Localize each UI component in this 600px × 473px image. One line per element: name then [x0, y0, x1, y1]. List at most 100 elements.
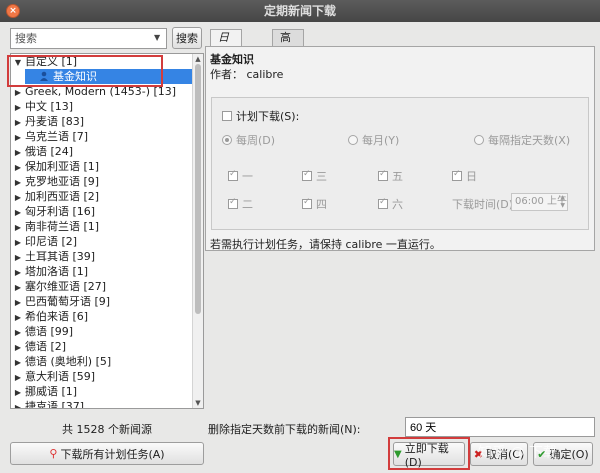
schedule-enable-checkbox[interactable]: 计划下载(S): [222, 108, 299, 124]
tree-item[interactable]: ▶ 德语 [2] [11, 339, 193, 354]
tree-item[interactable]: ▶ 乌克兰语 [7] [11, 129, 193, 144]
tree-item-label: 土耳其语 [39] [25, 250, 96, 263]
scroll-down-icon[interactable]: ▼ [193, 399, 203, 407]
tree-item[interactable]: ▶ 挪威语 [1] [11, 384, 193, 399]
chevron-right-icon[interactable]: ▶ [11, 370, 25, 385]
download-time-label: 下载时间(D): [452, 198, 517, 211]
tree-item[interactable]: ▶ 丹麦语 [83] [11, 114, 193, 129]
checkbox-box[interactable] [228, 169, 238, 181]
day-checkbox-tue[interactable]: 二 [228, 196, 253, 212]
checkbox-box[interactable] [378, 169, 388, 181]
day-checkbox-thu[interactable]: 四 [302, 196, 327, 212]
checkbox-box[interactable] [302, 169, 312, 181]
chevron-right-icon[interactable]: ▶ [11, 340, 25, 355]
chevron-right-icon[interactable]: ▶ [11, 400, 25, 408]
chevron-right-icon[interactable]: ▶ [11, 190, 25, 205]
chevron-right-icon[interactable]: ▶ [11, 325, 25, 340]
tree-item-label: 俄语 [24] [25, 145, 74, 158]
checkbox-box[interactable] [228, 197, 238, 209]
radio-monthly-label: 每月(Y) [362, 134, 400, 147]
tree-item[interactable]: ▶ 加利西亚语 [2] [11, 189, 193, 204]
ok-button[interactable]: ✔ 确定(O) [533, 442, 593, 466]
tree-item[interactable]: ▶ 匈牙利语 [16] [11, 204, 193, 219]
radio-every-x-label: 每隔指定天数(X) [488, 134, 571, 147]
download-time-value: 06:00 上午 [515, 196, 567, 207]
chevron-right-icon[interactable]: ▶ [11, 310, 25, 325]
radio-icon[interactable] [474, 135, 484, 145]
radio-every-x-days[interactable]: 每隔指定天数(X) [474, 132, 570, 148]
schedule-enable-label: 计划下载(S): [236, 110, 300, 123]
tree-item[interactable]: ▶ 捷克语 [37] [11, 399, 193, 408]
tree-item[interactable]: ▶ 中文 [13] [11, 99, 193, 114]
cancel-x-icon: ✖ [473, 447, 483, 461]
highlight-box [388, 437, 470, 470]
radio-weekly[interactable]: 每周(D) [222, 132, 275, 148]
tree-item-label: 印尼语 [2] [25, 235, 78, 248]
recipe-tree[interactable]: ▼ 自定义 [1] 基金知识 ▶ Greek, Modern (1453-) [13] ▶… [10, 53, 204, 409]
chevron-right-icon[interactable]: ▶ [11, 235, 25, 250]
tree-item-label: 南非荷兰语 [1] [25, 220, 100, 233]
download-time-spinbox[interactable]: 06:00 上午 ▲ ▼ [511, 193, 568, 211]
chevron-right-icon[interactable]: ▶ [11, 280, 25, 295]
chevron-right-icon[interactable]: ▶ [11, 160, 25, 175]
chevron-right-icon[interactable]: ▶ [11, 145, 25, 160]
chevron-right-icon[interactable]: ▶ [11, 205, 25, 220]
tree-item[interactable]: ▶ 俄语 [24] [11, 144, 193, 159]
checkbox-box[interactable] [378, 197, 388, 209]
tree-item[interactable]: ▶ 土耳其语 [39] [11, 249, 193, 264]
tree-item[interactable]: ▶ 德语 (奥地利) [5] [11, 354, 193, 369]
tree-item[interactable]: ▶ 德语 [99] [11, 324, 193, 339]
scroll-up-icon[interactable]: ▲ [193, 55, 203, 63]
day-checkbox-wed[interactable]: 三 [302, 168, 327, 184]
tree-scrollbar[interactable]: ▲ ▼ [192, 54, 203, 408]
chevron-right-icon[interactable]: ▶ [11, 385, 25, 400]
chevron-right-icon[interactable]: ▶ [11, 265, 25, 280]
chevron-right-icon[interactable]: ▶ [11, 100, 25, 115]
tree-item-label: 匈牙利语 [16] [25, 205, 96, 218]
tree-item[interactable]: ▶ 印尼语 [2] [11, 234, 193, 249]
cancel-button[interactable]: ✖ 取消(C) [470, 442, 528, 466]
scrollbar-thumb[interactable] [195, 64, 201, 314]
recipe-title: 基金知识 [210, 53, 254, 66]
checkbox-box[interactable] [452, 169, 462, 181]
radio-monthly[interactable]: 每月(Y) [348, 132, 399, 148]
tab-advanced[interactable]: 高级选项(V) [272, 29, 305, 108]
tree-item-label: 德语 [2] [25, 340, 67, 353]
search-input[interactable] [10, 28, 167, 49]
tree-item-label: 意大利语 [59] [25, 370, 96, 383]
day-checkbox-sat[interactable]: 六 [378, 196, 403, 212]
tree-item[interactable]: ▶ 塔加洛语 [1] [11, 264, 193, 279]
close-icon[interactable]: × [6, 4, 20, 18]
chevron-right-icon[interactable]: ▶ [11, 115, 25, 130]
tree-item[interactable]: ▶ 克罗地亚语 [9] [11, 174, 193, 189]
tree-item[interactable]: ▶ 保加利亚语 [1] [11, 159, 193, 174]
search-button[interactable]: 搜索 [172, 27, 202, 49]
tree-item[interactable]: ▶ 希伯来语 [6] [11, 309, 193, 324]
tree-item[interactable]: ▶ 塞尔维亚语 [27] [11, 279, 193, 294]
day-label: 日 [466, 170, 477, 183]
day-checkbox-fri[interactable]: 五 [378, 168, 403, 184]
chevron-right-icon[interactable]: ▶ [11, 220, 25, 235]
keep-days-label: 删除指定天数前下载的新闻(N): [208, 423, 361, 436]
radio-icon[interactable] [348, 135, 358, 145]
tree-item-label: 巴西葡萄牙语 [9] [25, 295, 111, 308]
chevron-down-icon[interactable]: ▼ [154, 33, 160, 42]
spin-arrows-icon[interactable]: ▲ ▼ [560, 194, 565, 210]
tree-item[interactable]: ▶ 巴西葡萄牙语 [9] [11, 294, 193, 309]
day-checkbox-mon[interactable]: 一 [228, 168, 253, 184]
chevron-right-icon[interactable]: ▶ [11, 85, 25, 100]
chevron-right-icon[interactable]: ▶ [11, 250, 25, 265]
tree-item[interactable]: ▶ 意大利语 [59] [11, 369, 193, 384]
radio-icon[interactable] [222, 135, 232, 145]
chevron-right-icon[interactable]: ▶ [11, 175, 25, 190]
tree-item-label: 挪威语 [1] [25, 385, 78, 398]
checkbox-box[interactable] [222, 111, 232, 121]
keep-days-field[interactable] [405, 417, 595, 437]
chevron-right-icon[interactable]: ▶ [11, 355, 25, 370]
download-all-scheduled-button[interactable]: ⚲ 下载所有计划任务(A) [10, 442, 204, 465]
checkbox-box[interactable] [302, 197, 312, 209]
tree-item[interactable]: ▶ 南非荷兰语 [1] [11, 219, 193, 234]
chevron-right-icon[interactable]: ▶ [11, 130, 25, 145]
day-checkbox-sun[interactable]: 日 [452, 168, 477, 184]
chevron-right-icon[interactable]: ▶ [11, 295, 25, 310]
